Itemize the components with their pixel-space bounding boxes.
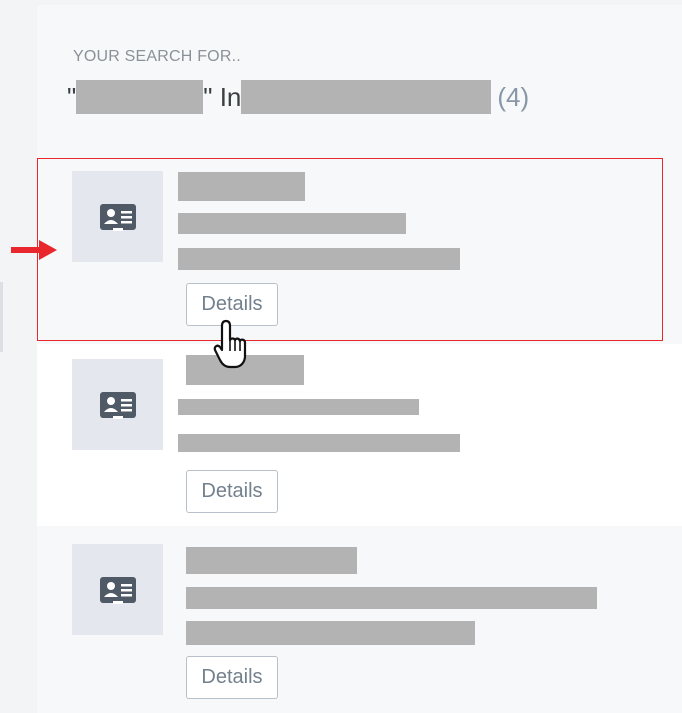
- contact-card-icon: [99, 576, 136, 604]
- redacted-location-line: [186, 621, 475, 645]
- search-query-summary: " " In (4): [67, 80, 530, 115]
- details-button[interactable]: Details: [186, 470, 278, 513]
- details-button[interactable]: Details: [186, 656, 278, 699]
- left-edge-divider: [0, 282, 3, 352]
- contact-card-icon-box: [72, 544, 163, 635]
- right-arrow-icon: [11, 240, 57, 260]
- redacted-detail-line: [178, 399, 419, 415]
- result-item: Details: [37, 529, 682, 711]
- contact-card-icon: [99, 203, 136, 231]
- redacted-name: [186, 547, 357, 574]
- search-heading: YOUR SEARCH FOR..: [73, 48, 241, 65]
- redacted-location-line: [178, 248, 460, 270]
- redacted-detail-line: [178, 213, 406, 234]
- result-count: (4): [497, 82, 530, 113]
- redacted-name: [178, 172, 305, 201]
- redacted-detail-line: [186, 587, 597, 609]
- page: YOUR SEARCH FOR.. " " In (4) Details Det…: [0, 0, 682, 713]
- contact-card-icon: [99, 391, 136, 419]
- result-item: Details: [37, 344, 682, 526]
- redacted-location-line: [178, 434, 460, 452]
- hand-pointer-icon: [213, 319, 247, 369]
- query-in-label: " In: [203, 82, 242, 113]
- contact-card-icon-box: [72, 359, 163, 450]
- query-open-quote: ": [67, 82, 77, 113]
- result-item: Details: [37, 158, 682, 340]
- redacted-query-term: [76, 80, 204, 115]
- redacted-search-scope: [241, 80, 492, 115]
- contact-card-icon-box: [72, 171, 163, 262]
